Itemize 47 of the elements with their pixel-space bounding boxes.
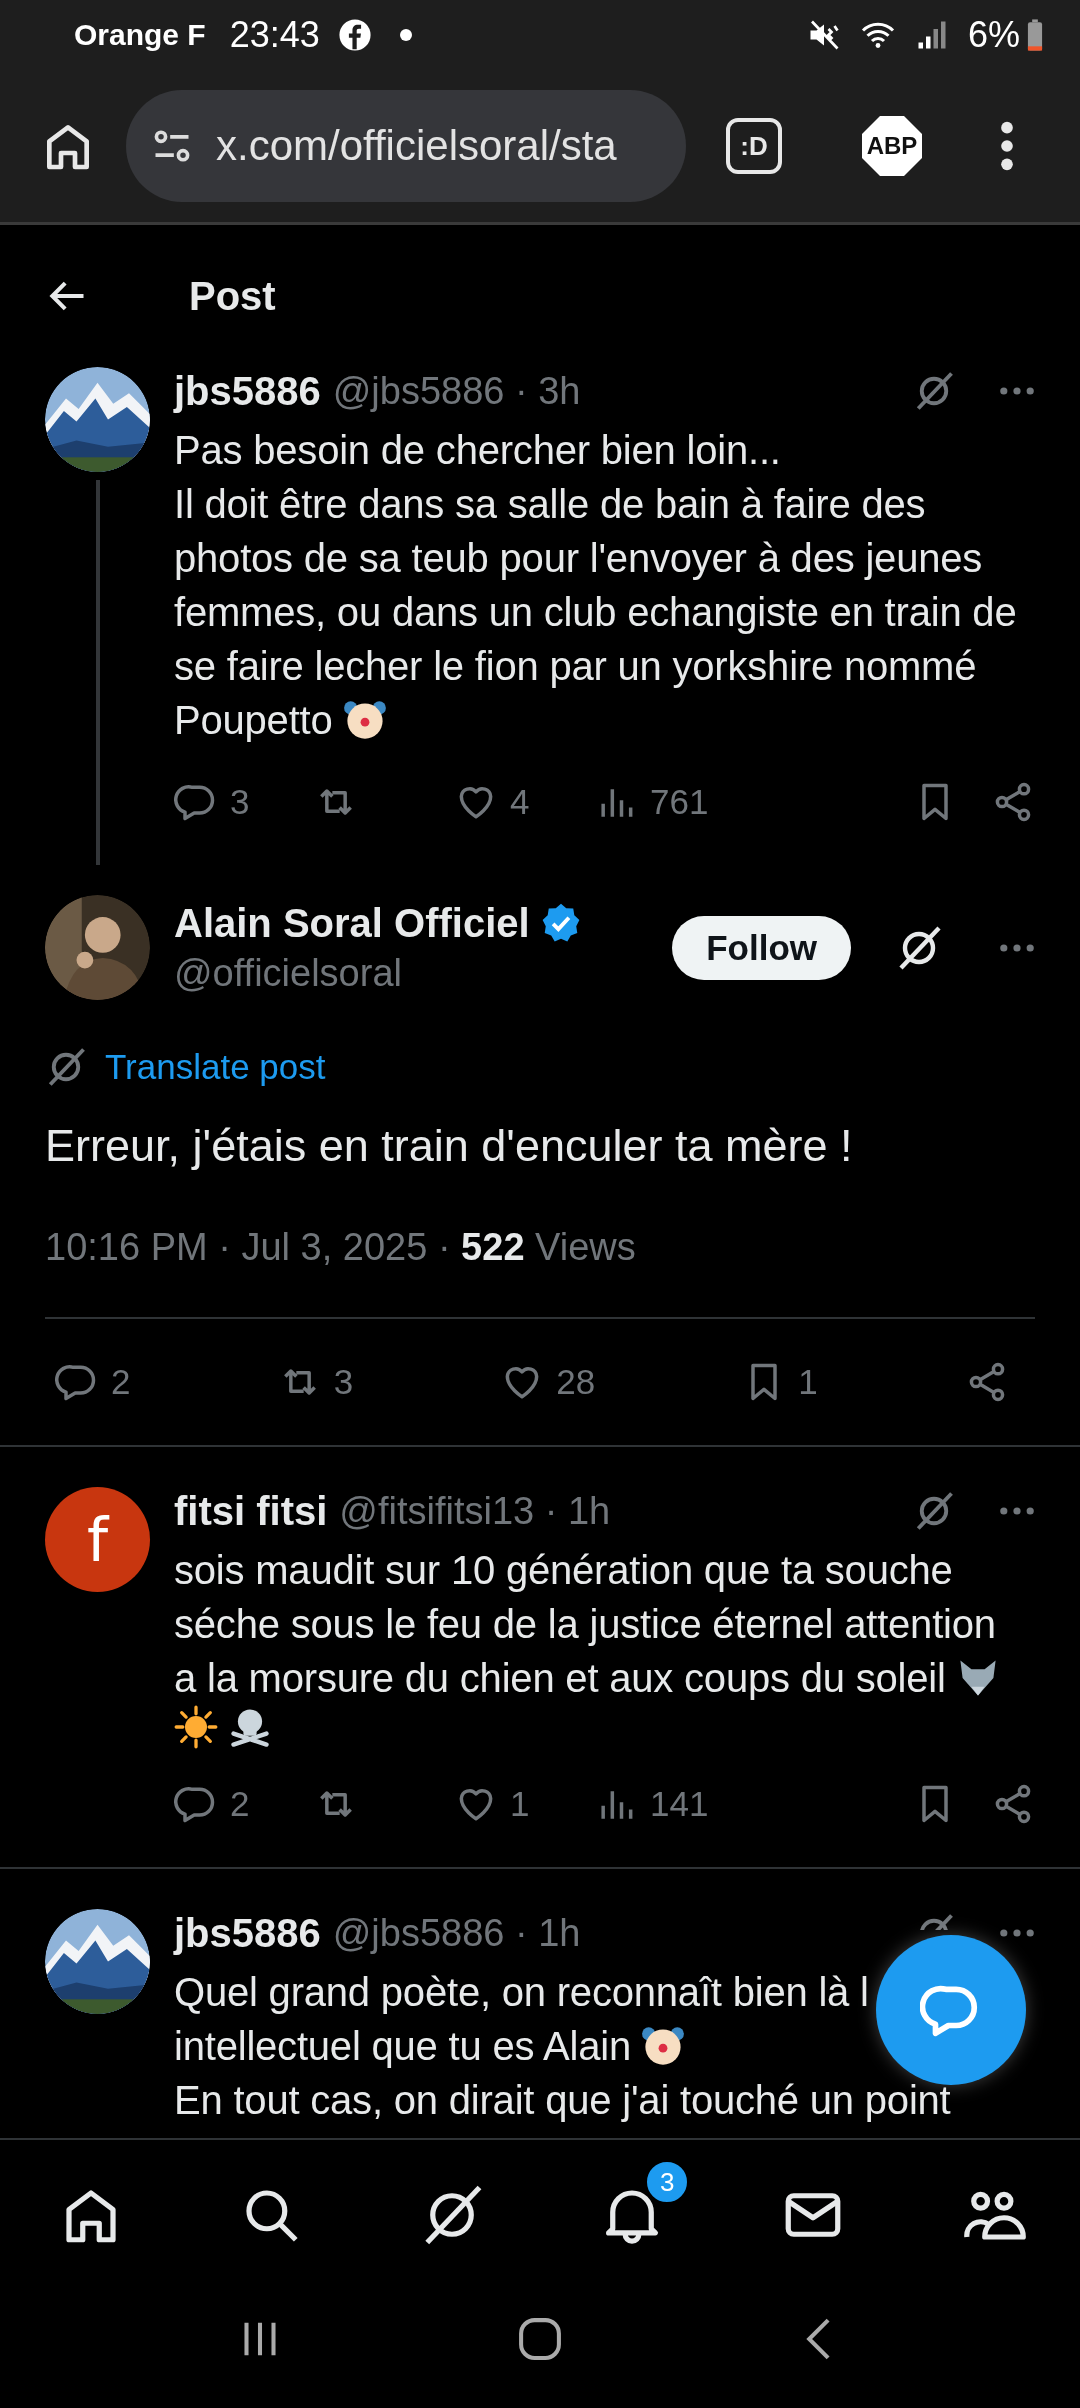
author-name[interactable]: jbs5886 [174,1910,321,1956]
post-text: intellectuel que tu es Alain [174,2023,631,2070]
author-name[interactable]: jbs5886 [174,368,321,414]
handle-and-time: @jbs5886 · 3h [332,369,581,413]
author-name[interactable]: fitsi fitsi [174,1488,328,1534]
action-count: 28 [556,1362,596,1402]
post-text: Pas besoin de chercher bien loin... [174,427,781,474]
clock-time: 23:43 [229,14,320,56]
action-count: 3 [230,782,250,822]
post-text: Quel grand poète, on reconnaît bien là l [174,1969,869,2016]
action-count: 1 [798,1362,818,1402]
extension-button[interactable]: :D [726,118,782,174]
action-count: 2 [111,1362,131,1402]
author-name[interactable]: Alain Soral Officiel [174,900,530,946]
translate-link[interactable]: Translate post [105,1047,326,1087]
battery-icon [1026,18,1044,52]
action-count: 4 [510,782,530,822]
carrier-name: Orange F [74,18,206,52]
handle-and-time: @fitsifitsi13 · 1h [339,1489,611,1533]
address-bar[interactable]: x.com/officielsoral/sta [126,90,686,202]
post-text: En tout cas, on dirait que j'ai touché un point [174,2077,951,2124]
page-title: Post [189,273,276,319]
action-count: 1 [510,1784,530,1824]
post-text: Poupetto [174,697,333,744]
clown-icon [342,698,387,742]
action-count: 761 [650,782,709,822]
reply-fab-button[interactable] [876,1935,1026,2085]
action-count: 141 [650,1784,709,1824]
post-timestamp: 10:16 PM · Jul 3, 2025 · 522 Views [45,1226,637,1269]
url-text: x.com/officielsoral/sta [216,122,617,170]
notification-badge: 3 [645,2160,690,2204]
post-text: a la morsure du chien et aux coups du soleil [174,1655,946,1702]
author-handle: @officielsoral [174,951,403,995]
battery-percent: 6% [967,14,1020,56]
action-count: 3 [333,1362,354,1402]
more-icon[interactable] [1000,121,1014,171]
facebook-icon [337,18,372,52]
post-text: Erreur, j'étais en train d'enculer ta mère ! [45,1120,853,1171]
sun-icon [174,1705,218,1749]
action-count: 2 [230,1784,250,1824]
avatar-letter[interactable]: f [45,1487,150,1592]
follow-button[interactable]: Follow [672,915,851,980]
handle-and-time: @jbs5886 · 1h [332,1911,581,1955]
post-text: Il doit être dans sa salle de bain à faire des photos de sa teub pour l'envoyer à des jeunes femmes, ou dans un club echangiste en train de se faire lecher le fion par un yorkshire nommé [174,481,1018,690]
adblock-button[interactable]: ABP [862,116,922,176]
notification-dot-icon [399,29,412,41]
clown-icon [640,2024,685,2068]
